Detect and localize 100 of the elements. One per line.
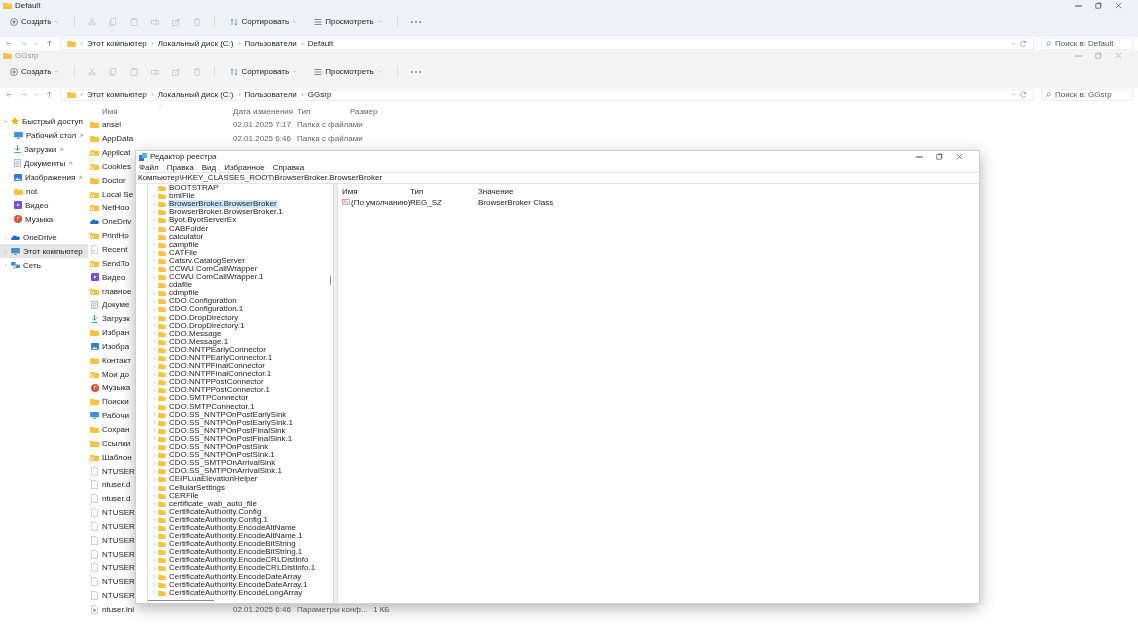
sort-button[interactable]: Сортировать xyxy=(228,15,300,28)
expand-chevron-icon[interactable] xyxy=(153,290,156,296)
registry-key[interactable]: CDO.NNTPFinalConnector.1 xyxy=(168,370,273,379)
expand-chevron-icon[interactable] xyxy=(153,258,156,264)
dropdown-caret-icon[interactable] xyxy=(1011,42,1016,45)
registry-key[interactable]: cdafile xyxy=(168,281,194,290)
registry-key[interactable]: bmlFile xyxy=(168,192,196,201)
back-arrow-icon[interactable] xyxy=(6,91,13,98)
expand-chevron-icon[interactable] xyxy=(153,387,156,393)
expand-chevron-icon[interactable] xyxy=(153,590,156,596)
expand-chevron-icon[interactable] xyxy=(153,298,156,304)
create-button[interactable]: Создать xyxy=(8,15,62,28)
registry-key[interactable]: CDO.SMTPConnector xyxy=(168,394,250,403)
registry-key[interactable]: CDO.SS_NNTPOnPostFinalSink xyxy=(168,426,287,435)
expand-chevron-icon[interactable] xyxy=(153,476,156,482)
file-name[interactable]: AppData xyxy=(102,134,134,144)
paste-icon[interactable] xyxy=(130,17,139,26)
expand-chevron-icon[interactable] xyxy=(153,485,156,490)
delete-icon[interactable] xyxy=(193,17,202,26)
registry-key[interactable]: CDO.SS_NNTPOnPostEarlySink.1 xyxy=(168,418,295,427)
expand-chevron-icon[interactable] xyxy=(153,217,156,223)
registry-key[interactable]: CDO.NNTPEarlyConnector.1 xyxy=(168,354,274,362)
file-name[interactable]: Шаблон xyxy=(102,452,132,462)
expand-chevron-icon[interactable] xyxy=(153,582,156,588)
column-header[interactable]: Тип xyxy=(297,107,311,116)
copy-icon[interactable] xyxy=(109,17,118,26)
nav-item[interactable]: Этот компьютер xyxy=(0,244,88,258)
file-name[interactable]: ntuser.d xyxy=(102,480,131,490)
nav-item[interactable]: Быстрый доступ xyxy=(0,114,88,128)
search-field[interactable]: Поиск в: Default xyxy=(1041,37,1133,50)
registry-key[interactable]: CDO.Configuration.1 xyxy=(168,305,245,314)
expand-chevron-icon[interactable] xyxy=(153,193,156,199)
file-name[interactable]: Сохран xyxy=(102,425,130,434)
registry-key[interactable]: CDO.SS_SMTPOnArrivalSink xyxy=(168,459,277,468)
menu-item[interactable]: Файл xyxy=(139,162,159,172)
delete-icon[interactable] xyxy=(193,67,202,76)
registry-key[interactable]: CDO.SMTPConnector.1 xyxy=(168,402,256,411)
file-name[interactable]: Поиски xyxy=(102,397,129,407)
file-name[interactable]: Local Se xyxy=(102,189,134,199)
expand-chevron-icon[interactable] xyxy=(153,444,156,450)
file-name[interactable]: Изобра xyxy=(102,341,130,351)
file-name[interactable]: NTUSER xyxy=(102,521,135,531)
registry-key[interactable]: campfile xyxy=(168,240,200,249)
registry-key[interactable]: CDO.SS_NNTPOnPostSink xyxy=(168,443,270,452)
registry-key[interactable]: CERFile xyxy=(168,491,200,500)
registry-key[interactable]: BOOTSTRAP xyxy=(168,184,220,193)
expand-chevron-icon[interactable] xyxy=(153,533,156,539)
file-name[interactable]: NetHoo xyxy=(102,203,130,213)
back-arrow-icon[interactable] xyxy=(6,40,13,47)
expand-chevron-icon[interactable] xyxy=(153,242,156,248)
registry-key[interactable]: CDO.SS_NNTPOnPostEarlySink xyxy=(168,410,288,419)
scrollbar-thumb[interactable] xyxy=(330,276,331,285)
registry-key[interactable]: Byot.ByotServerEx xyxy=(168,216,238,225)
file-name[interactable]: NTUSER xyxy=(102,549,135,559)
file-name[interactable]: NTUSER xyxy=(102,508,135,518)
expand-chevron-icon[interactable] xyxy=(3,234,8,240)
file-name[interactable]: Видео xyxy=(102,272,126,282)
rename-icon[interactable] xyxy=(151,67,160,76)
expand-chevron-icon[interactable] xyxy=(153,266,156,272)
menu-item[interactable]: Избранное xyxy=(224,162,265,172)
column-header[interactable]: Дата изменения xyxy=(233,107,294,116)
registry-key[interactable]: CDO.Message.1 xyxy=(168,337,230,346)
registry-key[interactable]: certificate_wab_auto_file xyxy=(168,499,259,508)
close-icon[interactable] xyxy=(955,153,963,160)
registry-key[interactable]: CDO.SS_NNTPOnPostFinalSink.1 xyxy=(168,434,294,443)
nav-item[interactable]: not xyxy=(0,184,88,198)
file-name[interactable]: Загрузк xyxy=(102,314,130,324)
expand-chevron-icon[interactable] xyxy=(153,363,156,369)
cut-icon[interactable] xyxy=(88,17,97,26)
rename-icon[interactable] xyxy=(151,17,160,26)
refresh-icon[interactable] xyxy=(1020,40,1027,47)
column-header[interactable]: Значение xyxy=(478,187,514,196)
file-name[interactable]: Cookies xyxy=(102,161,131,171)
registry-key[interactable]: BrowserBroker.BrowserBroker.1 xyxy=(168,208,284,217)
breadcrumb-item[interactable]: GGsrp xyxy=(307,90,332,99)
registry-key[interactable]: Catsrv.CatalogServer xyxy=(168,256,246,265)
search-field[interactable]: Поиск в: GGsrp xyxy=(1041,88,1133,101)
expand-chevron-icon[interactable] xyxy=(153,412,156,418)
breadcrumb-item[interactable]: Default xyxy=(307,39,334,48)
registry-key[interactable]: CCWU.ComCallWrapper xyxy=(168,265,259,273)
expand-chevron-icon[interactable] xyxy=(153,323,156,329)
file-name[interactable]: Ссылки xyxy=(102,438,131,448)
registry-key[interactable]: CDO.DropDirectory.1 xyxy=(168,321,246,330)
expand-chevron-icon[interactable] xyxy=(153,509,156,515)
nav-item[interactable]: Сеть xyxy=(0,258,88,272)
expand-chevron-icon[interactable] xyxy=(153,355,156,361)
column-header[interactable]: Размер xyxy=(350,107,378,116)
file-name[interactable]: Контакт xyxy=(102,355,131,365)
registry-key[interactable]: CDO.NNTPPostConnector xyxy=(168,378,265,387)
file-name[interactable]: Recent xyxy=(102,245,128,254)
nav-item[interactable]: OneDrive xyxy=(0,230,88,244)
close-icon[interactable] xyxy=(1114,2,1122,9)
expand-chevron-icon[interactable] xyxy=(153,306,156,312)
expand-chevron-icon[interactable] xyxy=(153,452,156,458)
expand-chevron-icon[interactable] xyxy=(153,574,156,580)
forward-arrow-icon[interactable] xyxy=(20,91,27,98)
breadcrumb-item[interactable]: Пользователи xyxy=(244,39,297,48)
file-name[interactable]: Музыка xyxy=(102,383,131,393)
address-field[interactable]: Компьютер\HKEY_CLASSES_ROOT\BrowserBroker.BrowserBroker xyxy=(136,172,979,184)
expand-chevron-icon[interactable] xyxy=(153,549,156,555)
